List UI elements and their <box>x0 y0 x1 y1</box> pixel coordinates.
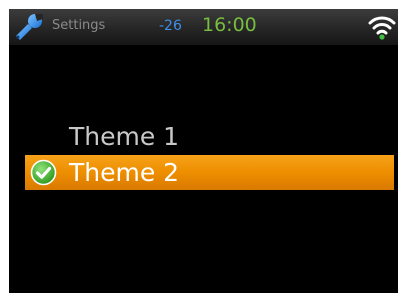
check-circle-icon <box>30 159 57 186</box>
theme-item-2-selected[interactable]: Theme 2 <box>25 155 394 190</box>
device-screen: Settings -26 16:00 Theme 1 Theme 2 <box>9 9 398 293</box>
theme-item-label: Theme 2 <box>69 158 180 187</box>
theme-item-label: Theme 1 <box>69 122 180 151</box>
theme-item-1[interactable]: Theme 1 <box>25 119 394 154</box>
theme-list: Theme 1 Theme 2 <box>9 9 398 293</box>
